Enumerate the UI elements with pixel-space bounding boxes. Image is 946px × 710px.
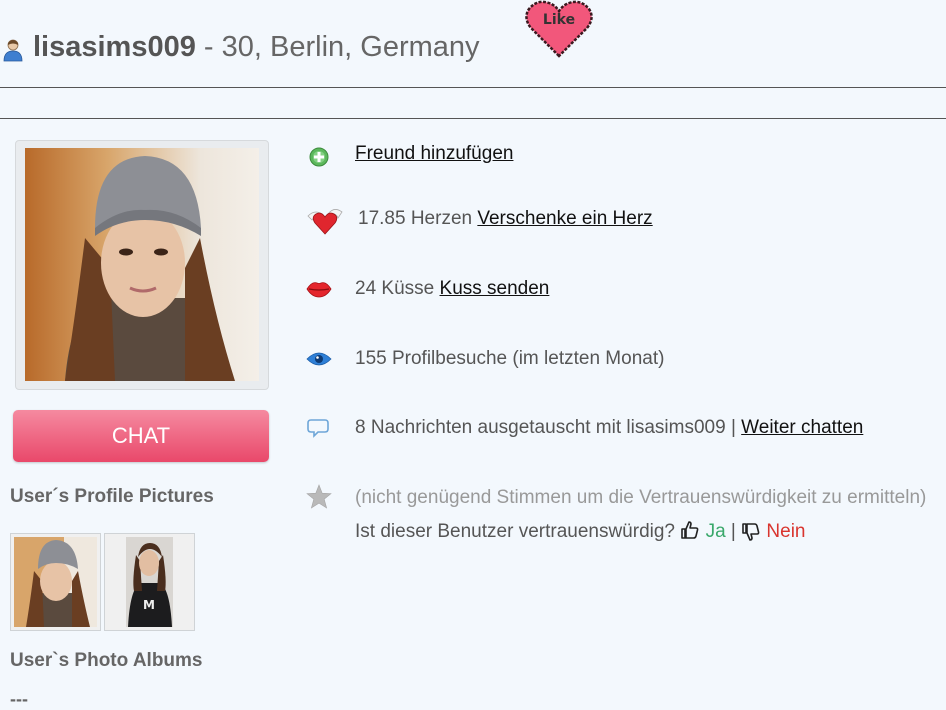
winged-heart-icon [307,209,343,235]
hearts-count: 17.85 Herzen [358,208,473,229]
speech-bubble-icon [307,419,329,438]
username: lisasims009 [33,31,196,63]
thumbs-down-icon[interactable] [741,522,761,542]
chat-button[interactable]: CHAT [13,410,269,462]
like-heart-icon [525,0,593,58]
profile-picture-thumb-1[interactable] [10,533,101,631]
trust-note: (nicht genügend Stimmen um die Vertrauen… [355,487,927,508]
eye-icon [306,352,332,366]
user-details: - 30, Berlin, Germany [195,31,480,63]
page-title: lisasims009 - 30, Berlin, Germany [33,31,480,64]
divider-bottom [0,118,946,119]
svg-text:M: M [143,598,155,612]
give-heart-link[interactable]: Verschenke ein Herz [477,208,652,229]
star-icon [306,484,332,509]
send-kiss-link[interactable]: Kuss senden [440,278,550,299]
profile-photo[interactable] [25,148,259,381]
photo-albums-heading: User`s Photo Albums [10,650,203,671]
profile-picture-thumb-2[interactable]: M [104,533,195,631]
visits-count: 155 Profilbesuche (im letzten Monat) [355,348,665,369]
kisses-count: 24 Küsse [355,278,435,299]
trust-question: Ist dieser Benutzer vertrauenswürdig? [355,521,675,542]
vote-separator: | [730,521,736,542]
user-icon [3,39,23,62]
messages-count: 8 Nachrichten ausgetauscht mit lisasims0… [355,417,736,438]
albums-empty: --- [10,689,28,709]
like-button[interactable]: Like [523,0,595,60]
divider-top [0,87,946,88]
thumbs-up-icon[interactable] [680,520,700,540]
profile-header: lisasims009 - 30, Berlin, Germany Like [0,0,946,88]
lips-icon [306,282,332,298]
like-label: Like [542,12,576,28]
profile-pictures-heading: User´s Profile Pictures [10,486,214,507]
add-friend-icon [309,147,329,167]
profile-photo-frame [15,140,269,390]
trust-yes-link[interactable]: Ja [706,521,726,542]
trust-no-link[interactable]: Nein [766,521,805,542]
continue-chat-link[interactable]: Weiter chatten [741,417,863,438]
add-friend-link[interactable]: Freund hinzufügen [355,143,513,165]
